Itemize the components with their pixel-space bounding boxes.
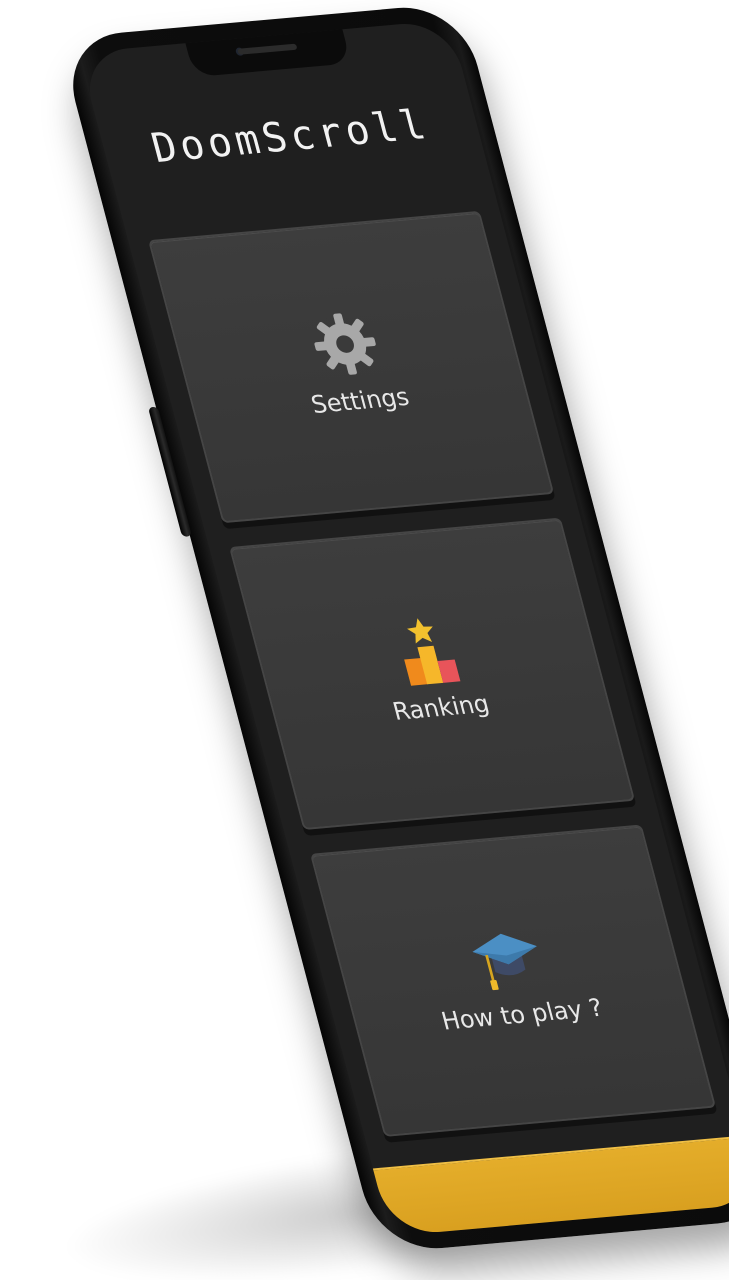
how-to-play-button[interactable]: How to play ? bbox=[309, 824, 717, 1137]
app-title: DoomScroll bbox=[146, 101, 435, 173]
app-screen: DoomScroll Settings Ranking How to play … bbox=[78, 19, 729, 1237]
how-to-play-label: How to play ? bbox=[438, 993, 606, 1036]
graduation-cap-icon bbox=[472, 933, 537, 991]
settings-label: Settings bbox=[308, 382, 413, 420]
settings-button[interactable]: Settings bbox=[148, 210, 555, 524]
ranking-label: Ranking bbox=[389, 689, 493, 726]
speaker-grille bbox=[237, 43, 298, 55]
device-mockup-stage: DoomScroll Settings Ranking How to play … bbox=[0, 0, 729, 1280]
phone-frame: DoomScroll Settings Ranking How to play … bbox=[58, 2, 729, 1254]
phone-wrapper: DoomScroll Settings Ranking How to play … bbox=[0, 0, 729, 1280]
podium-star-icon bbox=[404, 618, 461, 686]
gear-icon bbox=[314, 313, 376, 375]
ranking-button[interactable]: Ranking bbox=[229, 517, 636, 831]
